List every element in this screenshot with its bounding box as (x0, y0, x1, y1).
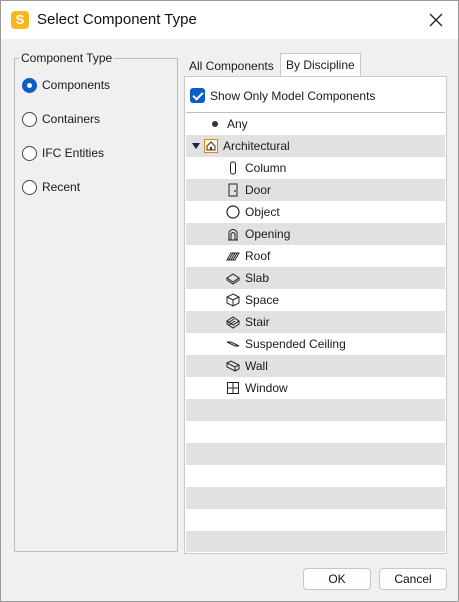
expand-triangle-icon[interactable] (191, 139, 201, 153)
close-icon (429, 13, 443, 27)
tab-all-components[interactable]: All Components (184, 55, 279, 77)
dialog-body: Component Type Components Containers IFC… (1, 39, 458, 601)
tree-item-label: Window (245, 381, 288, 395)
cancel-button[interactable]: Cancel (379, 568, 447, 590)
suspended-ceiling-icon (226, 337, 240, 351)
radio-label: Recent (42, 180, 81, 194)
tree-item-label: Architectural (223, 139, 290, 153)
show-only-model-components-checkbox[interactable]: Show Only Model Components (190, 88, 375, 103)
ok-button[interactable]: OK (303, 568, 371, 590)
radio-button[interactable] (22, 179, 37, 195)
tree-item-space[interactable]: Space (186, 289, 445, 311)
empty-row (186, 531, 445, 552)
dialog-window: S Select Component Type Component Type C… (0, 0, 459, 602)
tree-item-column[interactable]: Column (186, 157, 445, 179)
stair-icon (226, 315, 240, 329)
door-icon (226, 183, 240, 197)
close-button[interactable] (422, 7, 450, 33)
tree-item-door[interactable]: Door (186, 179, 445, 201)
dialog-title: Select Component Type (37, 11, 197, 28)
space-icon (226, 293, 240, 307)
tree-item-opening[interactable]: Opening (186, 223, 445, 245)
title-bar: S Select Component Type (1, 1, 458, 39)
radio-ifc-entities[interactable]: IFC Entities (22, 144, 104, 162)
radio-label: Components (42, 78, 111, 92)
tree-item-label: Suspended Ceiling (245, 337, 346, 351)
empty-row (186, 509, 445, 531)
radio-button[interactable] (22, 111, 37, 127)
empty-row (186, 465, 445, 487)
radio-label: Containers (42, 112, 101, 126)
tree-item-label: Stair (245, 315, 270, 329)
component-type-legend: Component Type (19, 51, 115, 65)
tree-item-label: Roof (245, 249, 271, 263)
tab-by-discipline[interactable]: By Discipline (280, 53, 361, 77)
column-icon (226, 161, 240, 175)
roof-icon (226, 249, 240, 263)
radio-components[interactable]: Components (22, 76, 110, 94)
radio-button-checked[interactable] (22, 77, 37, 93)
checkbox-checked[interactable] (190, 88, 205, 103)
tree-item-label: Wall (245, 359, 268, 373)
tree-item-roof[interactable]: Roof (186, 245, 445, 267)
tree-item-stair[interactable]: Stair (186, 311, 445, 333)
component-type-group (14, 58, 178, 552)
window-icon (226, 381, 240, 395)
tree-item-label: Object (245, 205, 280, 219)
radio-recent[interactable]: Recent (22, 178, 80, 196)
tree-item-any[interactable]: Any (186, 113, 445, 135)
tree-item-wall[interactable]: Wall (186, 355, 445, 377)
empty-row (186, 487, 445, 509)
tree-item-label: Door (245, 183, 272, 197)
empty-row (186, 443, 445, 465)
tree-item-label: Any (227, 117, 248, 131)
radio-label: IFC Entities (42, 146, 105, 160)
tree-item-label: Space (245, 293, 280, 307)
checkbox-label: Show Only Model Components (210, 88, 376, 103)
radio-button[interactable] (22, 145, 37, 161)
architectural-house-icon (204, 139, 218, 153)
tree-item-label: Column (245, 161, 287, 175)
opening-icon (226, 227, 240, 241)
tree-item-object[interactable]: Object (186, 201, 445, 223)
component-tree[interactable]: Any Architectural Column Door Object Ope… (186, 112, 445, 552)
empty-row (186, 421, 445, 443)
object-icon (226, 205, 240, 219)
dot-icon (208, 117, 222, 131)
app-icon: S (11, 11, 29, 29)
wall-icon (226, 359, 240, 373)
tree-item-label: Slab (245, 271, 270, 285)
tree-item-architectural[interactable]: Architectural (186, 135, 445, 157)
tree-item-slab[interactable]: Slab (186, 267, 445, 289)
tree-item-suspended-ceiling[interactable]: Suspended Ceiling (186, 333, 445, 355)
tree-item-label: Opening (245, 227, 291, 241)
slab-icon (226, 271, 240, 285)
empty-row (186, 399, 445, 421)
radio-containers[interactable]: Containers (22, 110, 100, 128)
tab-panel: Show Only Model Components Any Architect… (184, 76, 447, 554)
tree-item-window[interactable]: Window (186, 377, 445, 399)
